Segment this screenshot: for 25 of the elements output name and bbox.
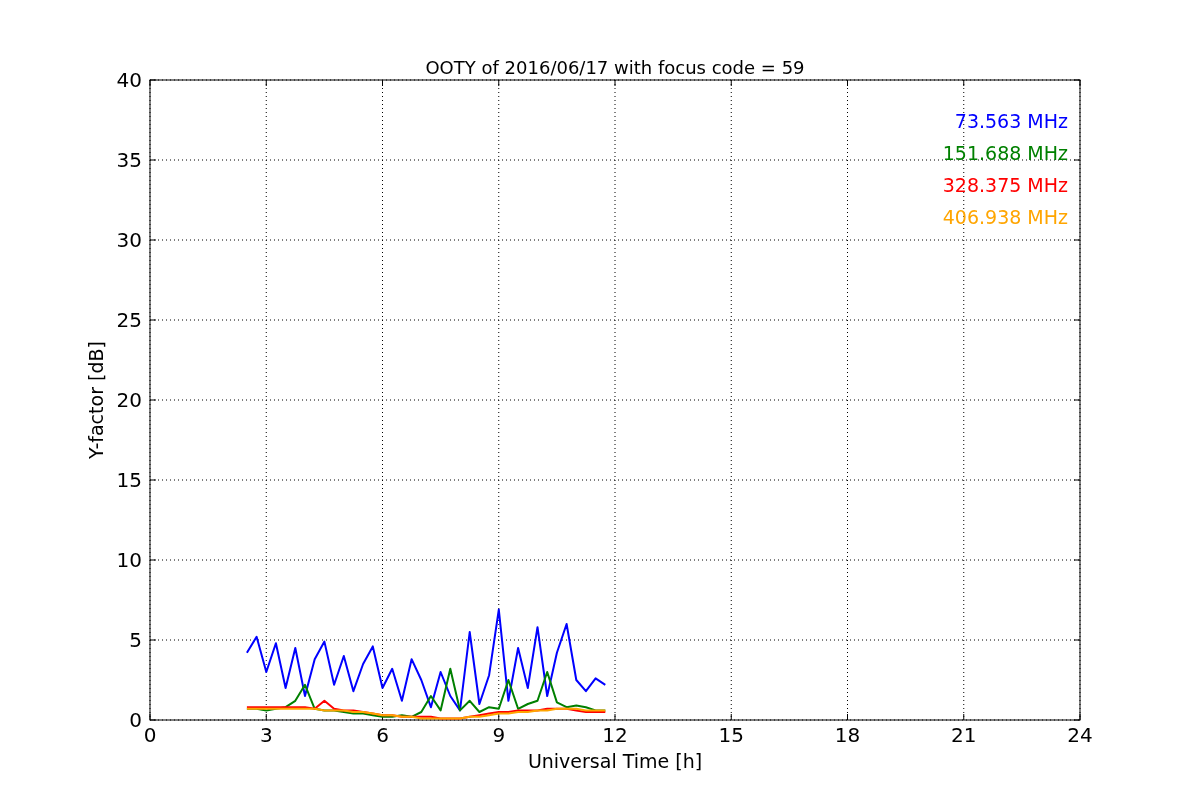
x-tick-label: 9	[492, 723, 506, 747]
y-tick-label: 30	[116, 228, 142, 252]
y-tick-label: 20	[116, 388, 142, 412]
y-tick-label: 0	[129, 708, 142, 732]
x-tick-label: 21	[951, 723, 977, 747]
y-tick-label: 10	[116, 548, 142, 572]
x-tick-label: 3	[259, 723, 273, 747]
y-tick-label: 15	[116, 468, 142, 492]
x-tick-label: 24	[1067, 723, 1093, 747]
legend-label: 328.375 MHz	[942, 174, 1068, 196]
x-tick-label: 6	[376, 723, 389, 747]
chart-title: OOTY of 2016/06/17 with focus code = 59	[425, 57, 805, 78]
legend-label: 406.938 MHz	[942, 206, 1068, 228]
x-axis-label: Universal Time [h]	[527, 750, 703, 772]
x-tick-label: 15	[718, 723, 744, 747]
x-tick-label: 18	[834, 723, 861, 747]
x-tick-label: 12	[602, 723, 628, 747]
y-tick-label: 35	[116, 148, 142, 172]
y-axis-label: Y-factor [dB]	[85, 341, 107, 459]
y-tick-label: 25	[116, 308, 142, 332]
y-tick-label: 5	[129, 628, 142, 652]
legend-label: 73.563 MHz	[954, 110, 1068, 132]
y-tick-label: 40	[116, 68, 142, 92]
legend-label: 151.688 MHz	[942, 142, 1068, 164]
x-tick-label: 0	[143, 723, 157, 747]
